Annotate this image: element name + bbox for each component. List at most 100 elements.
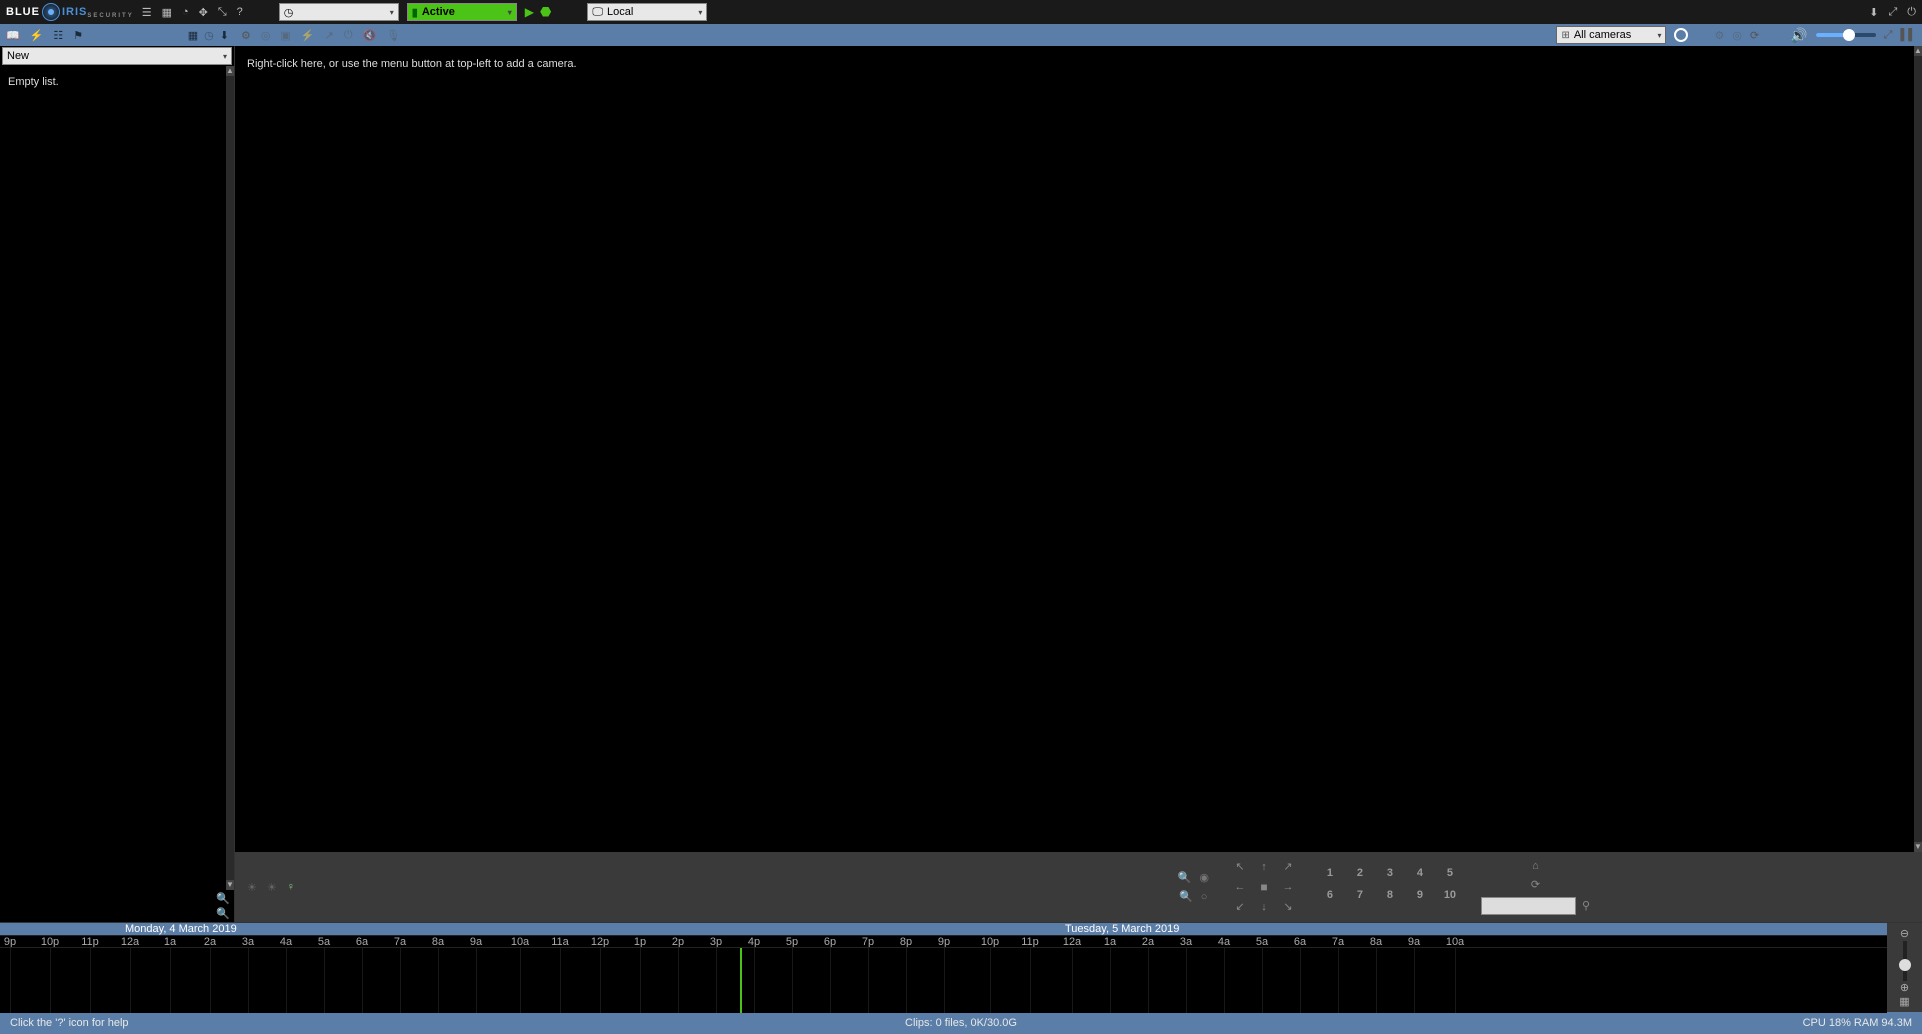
bolt-icon[interactable]: ⚡ — [30, 29, 44, 42]
clock-small-icon[interactable]: ◷ — [204, 29, 214, 42]
help-icon[interactable]: ? — [237, 6, 243, 18]
timeline-gridline — [600, 948, 601, 1013]
ptz-preset-1[interactable]: 1 — [1319, 867, 1341, 885]
ptz-down-icon[interactable]: ↓ — [1253, 898, 1275, 916]
timeline-gridline — [1300, 948, 1301, 1013]
viewer-scrollbar[interactable]: ▲ ▼ — [1914, 46, 1922, 852]
clock-icon[interactable]: ◔ — [182, 6, 189, 18]
server-select[interactable]: 🖵 Local ▾ — [587, 3, 707, 21]
eye-open-icon[interactable]: ◉ — [1199, 871, 1209, 884]
brightness-up-icon[interactable]: ☀ — [267, 881, 277, 894]
stats-icon[interactable]: ⤡ — [218, 6, 227, 19]
scroll-down-icon[interactable]: ▼ — [226, 880, 234, 890]
book-icon[interactable]: 📖 — [6, 29, 20, 42]
slider-thumb[interactable] — [1899, 959, 1911, 971]
flag-icon[interactable]: ⚑ — [73, 29, 83, 42]
ptz-left-icon[interactable]: ← — [1229, 878, 1251, 896]
ptz-preset-8[interactable]: 8 — [1379, 889, 1401, 907]
pin-icon[interactable]: ⚲ — [1582, 899, 1590, 912]
ptz-preset-10[interactable]: 10 — [1439, 889, 1461, 907]
ptz-right-icon[interactable]: → — [1277, 878, 1299, 896]
expand-icon[interactable]: ⤢ — [1884, 29, 1893, 42]
ptz-preset-9[interactable]: 9 — [1409, 889, 1431, 907]
ptz-up-icon[interactable]: ↑ — [1253, 858, 1275, 876]
refresh-preset-icon[interactable]: ⟳ — [1481, 878, 1590, 891]
pause-icon[interactable]: ▌▌ — [1900, 29, 1916, 41]
ptz-preset-5[interactable]: 5 — [1439, 867, 1461, 885]
shield-icon[interactable]: ⬣ — [540, 4, 551, 20]
zoom-in-icon[interactable]: 🔍 — [216, 892, 230, 905]
ptz-preset-6[interactable]: 6 — [1319, 889, 1341, 907]
scroll-up-icon[interactable]: ▲ — [1914, 46, 1922, 56]
bulb-icon[interactable]: ♀ — [287, 881, 295, 894]
profile-select[interactable]: ◷ ▾ — [279, 3, 399, 21]
dropdown-arrow-icon: ▾ — [223, 52, 227, 61]
ptz-preset-7[interactable]: 7 — [1349, 889, 1371, 907]
fullscreen-icon[interactable]: ⤢ — [1888, 6, 1897, 19]
ptz-preset-2[interactable]: 2 — [1349, 867, 1371, 885]
scroll-down-icon[interactable]: ▼ — [1914, 842, 1922, 852]
refresh-icon[interactable]: ⟳ — [1750, 29, 1759, 42]
dropdown-arrow-icon: ▾ — [1657, 31, 1661, 40]
camera-group-select[interactable]: ⊞ All cameras ▾ — [1556, 26, 1666, 44]
bolt-small-icon[interactable]: ⚡ — [301, 29, 315, 42]
dropdown-arrow-icon: ▾ — [698, 8, 702, 17]
ptz-up-left-icon[interactable]: ↖ — [1229, 858, 1251, 876]
timeline-plus-icon[interactable]: ⊕ — [1900, 981, 1909, 994]
clips-filter-select[interactable]: New ▾ — [2, 47, 232, 65]
gear2-icon[interactable]: ⚙ — [1714, 29, 1724, 42]
ptz-preset-4[interactable]: 4 — [1409, 867, 1431, 885]
volume-thumb[interactable] — [1843, 29, 1855, 41]
target-icon[interactable]: ◎ — [261, 29, 271, 42]
home-icon[interactable]: ⌂ — [1481, 860, 1590, 872]
speaker-icon[interactable]: 🔊 — [1790, 27, 1807, 44]
calendar-icon[interactable]: ▦ — [188, 29, 198, 42]
gear-icon[interactable]: ⚙ — [241, 29, 251, 42]
mute-icon[interactable]: 🔇 — [363, 29, 377, 42]
download-icon[interactable]: ⬇ — [1869, 6, 1878, 19]
timeline-minus-icon[interactable]: ⊖ — [1900, 927, 1909, 940]
menu-list-icon[interactable]: ☰ — [142, 6, 152, 19]
scroll-up-icon[interactable]: ▲ — [226, 66, 234, 76]
clips-list[interactable]: Empty list. ▲ ▼ — [0, 66, 234, 890]
zoom-out-icon[interactable]: 🔍 — [216, 907, 230, 920]
download-small-icon[interactable]: ⬇ — [220, 29, 229, 42]
mic-icon[interactable]: 🎙 — [386, 29, 400, 42]
camera-icon[interactable]: ▣ — [280, 29, 290, 42]
dropdown-arrow-icon: ▾ — [508, 8, 512, 17]
record-indicator-icon[interactable] — [1674, 28, 1688, 42]
ptz-preset-3[interactable]: 3 — [1379, 867, 1401, 885]
zoom-out-icon[interactable]: 🔍 — [1179, 890, 1193, 903]
timeline-gridline — [1338, 948, 1339, 1013]
timeline-track[interactable] — [0, 947, 1887, 1013]
bars-icon[interactable]: ☷ — [53, 29, 63, 42]
move-icon[interactable]: ✥ — [199, 6, 208, 19]
play-icon[interactable]: ▶ — [525, 5, 534, 19]
eye-close-icon[interactable]: ○ — [1201, 891, 1208, 903]
timeline-calendar-icon[interactable]: ▦ — [1899, 995, 1909, 1008]
target2-icon[interactable]: ◎ — [1732, 29, 1742, 42]
ptz-goto-input[interactable] — [1481, 897, 1576, 915]
ptz-down-left-icon[interactable]: ↙ — [1229, 898, 1251, 916]
camera-add-icon[interactable]: ▦ — [162, 6, 172, 19]
power-small-icon[interactable]: ⏻ — [344, 29, 353, 42]
logo-subtext: SECURITY — [87, 13, 133, 19]
ptz-down-right-icon[interactable]: ↘ — [1277, 898, 1299, 916]
ptz-up-right-icon[interactable]: ↗ — [1277, 858, 1299, 876]
timeline-gridline — [1262, 948, 1263, 1013]
popout-icon[interactable]: ↗ — [325, 29, 334, 42]
clips-scrollbar[interactable]: ▲ ▼ — [226, 66, 234, 890]
timeline-main[interactable]: Monday, 4 March 2019 Tuesday, 5 March 20… — [0, 923, 1887, 1012]
schedule-select[interactable]: ▮ Active ▾ — [407, 3, 517, 21]
camera-view-area[interactable]: Right-click here, or use the menu button… — [235, 46, 1922, 852]
timeline-cursor[interactable] — [740, 948, 742, 1013]
timeline-zoom-slider[interactable] — [1903, 941, 1907, 981]
brightness-down-icon[interactable]: ☀ — [247, 881, 257, 894]
timeline: Monday, 4 March 2019 Tuesday, 5 March 20… — [0, 922, 1922, 1012]
timeline-gridline — [1414, 948, 1415, 1013]
volume-slider[interactable] — [1816, 33, 1876, 37]
power-icon[interactable]: ⏻ — [1907, 6, 1916, 19]
ptz-stop-icon[interactable]: ■ — [1253, 878, 1275, 896]
statusbar: Click the '?' icon for help Clips: 0 fil… — [0, 1012, 1922, 1034]
zoom-in-icon[interactable]: 🔍 — [1178, 871, 1192, 884]
